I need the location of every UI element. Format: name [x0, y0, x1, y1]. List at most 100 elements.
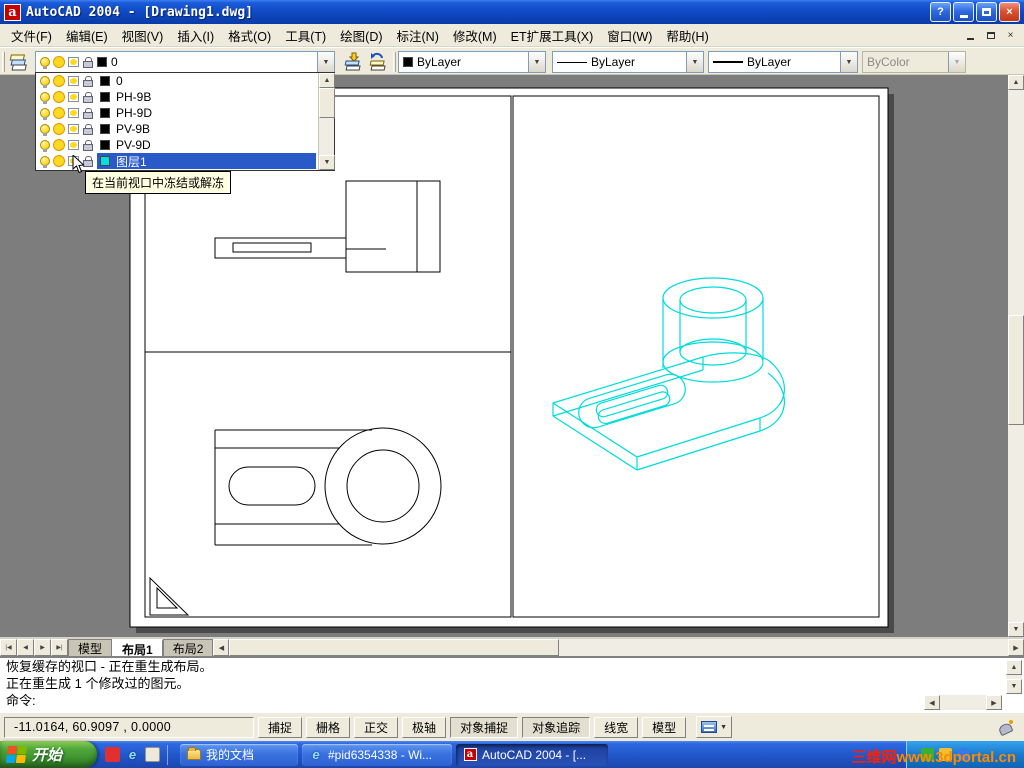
layer-color-swatch[interactable] — [100, 124, 110, 134]
mdi-restore-button[interactable] — [982, 27, 999, 43]
scroll-thumb[interactable] — [1008, 315, 1024, 425]
lock-icon[interactable] — [83, 75, 93, 87]
communication-center-icon[interactable] — [998, 719, 1014, 735]
freeze-all-icon[interactable] — [54, 108, 64, 118]
ortho-toggle[interactable]: 正交 — [354, 716, 399, 738]
model-paper-toggle[interactable]: 模型 — [642, 716, 687, 738]
scroll-down-button[interactable]: ▼ — [1006, 679, 1022, 694]
close-button[interactable]: × — [999, 2, 1020, 22]
quick-launch-icon-1[interactable] — [105, 747, 120, 762]
scroll-down-button[interactable]: ▼ — [319, 155, 335, 170]
scroll-track[interactable] — [940, 695, 986, 710]
menu-item-tools[interactable]: 工具(T) — [278, 23, 333, 48]
lineweight-combo[interactable]: ByLayer ▼ — [708, 51, 858, 73]
minimize-button[interactable] — [953, 2, 974, 22]
layer-color-swatch[interactable] — [100, 76, 110, 86]
tab-layout1[interactable]: 布局1 — [112, 639, 163, 657]
layer-combo-arrow[interactable]: ▼ — [317, 52, 334, 72]
previous-tab-button[interactable]: ◀ — [17, 639, 34, 656]
layer-on-icon[interactable] — [40, 108, 50, 120]
lock-icon[interactable] — [83, 139, 93, 151]
menu-item-window[interactable]: 窗口(W) — [600, 23, 659, 48]
layer-on-icon[interactable] — [40, 92, 50, 104]
tab-layout2[interactable]: 布局2 — [162, 639, 214, 656]
scroll-down-button[interactable]: ▼ — [1008, 622, 1024, 637]
layer-list-item[interactable]: PH-9D — [36, 105, 334, 121]
command-prompt[interactable]: 命令: — [6, 690, 36, 709]
menu-item-file[interactable]: 文件(F) — [4, 23, 59, 48]
otrack-toggle[interactable]: 对象追踪 — [522, 716, 591, 738]
polar-toggle[interactable]: 极轴 — [402, 716, 447, 738]
color-combo-arrow[interactable]: ▼ — [528, 52, 545, 72]
layer-color-swatch[interactable] — [100, 92, 110, 102]
mdi-minimize-button[interactable] — [962, 27, 979, 43]
scroll-right-button[interactable]: ▶ — [986, 695, 1002, 710]
lineweight-combo-arrow[interactable]: ▼ — [840, 52, 857, 72]
menu-item-dimension[interactable]: 标注(N) — [390, 23, 446, 48]
freeze-viewport-icon[interactable] — [68, 108, 79, 118]
layer-list-item[interactable]: PV-9B — [36, 121, 334, 137]
linetype-combo-arrow[interactable]: ▼ — [686, 52, 703, 72]
linetype-combo[interactable]: ByLayer ▼ — [552, 51, 704, 73]
command-horizontal-scrollbar[interactable]: ◀ ▶ — [924, 695, 1002, 710]
menu-item-draw[interactable]: 绘图(D) — [333, 23, 389, 48]
layer-list-item[interactable]: PH-9B — [36, 89, 334, 105]
last-tab-button[interactable]: ▶| — [51, 639, 68, 656]
menu-item-insert[interactable]: 插入(I) — [170, 23, 221, 48]
menu-item-edit[interactable]: 编辑(E) — [59, 23, 115, 48]
first-tab-button[interactable]: |◀ — [0, 639, 17, 656]
menu-item-express-tools[interactable]: ET扩展工具(X) — [504, 23, 601, 48]
snap-toggle[interactable]: 捕捉 — [258, 716, 303, 738]
layer-list-scrollbar[interactable]: ▲ ▼ — [318, 73, 335, 170]
start-button[interactable]: 开始 — [0, 741, 97, 768]
mdi-close-button[interactable]: × — [1002, 27, 1019, 43]
scroll-thumb[interactable] — [319, 88, 335, 118]
freeze-all-icon[interactable] — [54, 124, 64, 134]
layer-combo[interactable]: 0 ▼ — [35, 51, 335, 73]
freeze-all-icon[interactable] — [54, 140, 64, 150]
scroll-left-button[interactable]: ◀ — [213, 639, 230, 656]
layer-on-icon[interactable] — [40, 156, 50, 168]
layer-on-icon[interactable] — [40, 140, 50, 152]
status-mini-toolbar[interactable]: ▼ — [696, 716, 733, 738]
chevron-down-icon[interactable]: ▼ — [720, 724, 727, 731]
layer-color-swatch[interactable] — [100, 108, 110, 118]
command-window[interactable]: 恢复缓存的视口 - 正在重生成布局。 正在重生成 1 个修改过的图元。 命令: … — [0, 656, 1024, 712]
scroll-up-button[interactable]: ▲ — [1006, 660, 1022, 675]
coordinate-display[interactable]: -11.0164, 60.9097 , 0.0000 — [4, 716, 254, 738]
scroll-up-button[interactable]: ▲ — [1008, 75, 1024, 90]
task-autocad[interactable]: a AutoCAD 2004 - [... — [456, 743, 608, 766]
freeze-all-icon[interactable] — [54, 92, 64, 102]
freeze-all-icon[interactable] — [54, 156, 64, 166]
scroll-thumb[interactable] — [229, 639, 560, 656]
menu-item-modify[interactable]: 修改(M) — [446, 23, 504, 48]
next-tab-button[interactable]: ▶ — [34, 639, 51, 656]
lineweight-toggle[interactable]: 线宽 — [594, 716, 639, 738]
layer-on-icon[interactable] — [40, 76, 50, 88]
freeze-viewport-icon[interactable] — [68, 124, 79, 134]
grid-toggle[interactable]: 栅格 — [306, 716, 351, 738]
layer-on-icon[interactable] — [40, 124, 50, 136]
menu-item-view[interactable]: 视图(V) — [115, 23, 171, 48]
freeze-viewport-icon[interactable] — [68, 76, 79, 86]
drawing-vertical-scrollbar[interactable]: ▲ ▼ — [1008, 75, 1024, 637]
menu-item-format[interactable]: 格式(O) — [221, 23, 278, 48]
task-my-documents[interactable]: 我的文档 — [180, 743, 298, 766]
scroll-right-button[interactable]: ▶ — [1008, 639, 1024, 656]
layers-manager-button[interactable] — [7, 50, 31, 74]
color-combo[interactable]: ByLayer ▼ — [398, 51, 546, 73]
osnap-toggle[interactable]: 对象捕捉 — [450, 716, 519, 738]
tab-model[interactable]: 模型 — [68, 639, 113, 656]
lock-icon[interactable] — [83, 123, 93, 135]
scroll-up-button[interactable]: ▲ — [319, 73, 335, 88]
freeze-all-icon[interactable] — [54, 76, 64, 86]
lock-icon[interactable] — [83, 91, 93, 103]
command-vertical-scrollbar[interactable]: ▲ ▼ — [1006, 660, 1022, 694]
maximize-button[interactable] — [976, 2, 997, 22]
layer-color-swatch[interactable] — [100, 140, 110, 150]
make-object-layer-current-button[interactable] — [341, 50, 365, 74]
layer-previous-button[interactable] — [366, 50, 390, 74]
scroll-left-button[interactable]: ◀ — [924, 695, 940, 710]
freeze-viewport-icon[interactable] — [68, 92, 79, 102]
toolbar-grip[interactable] — [2, 52, 5, 72]
